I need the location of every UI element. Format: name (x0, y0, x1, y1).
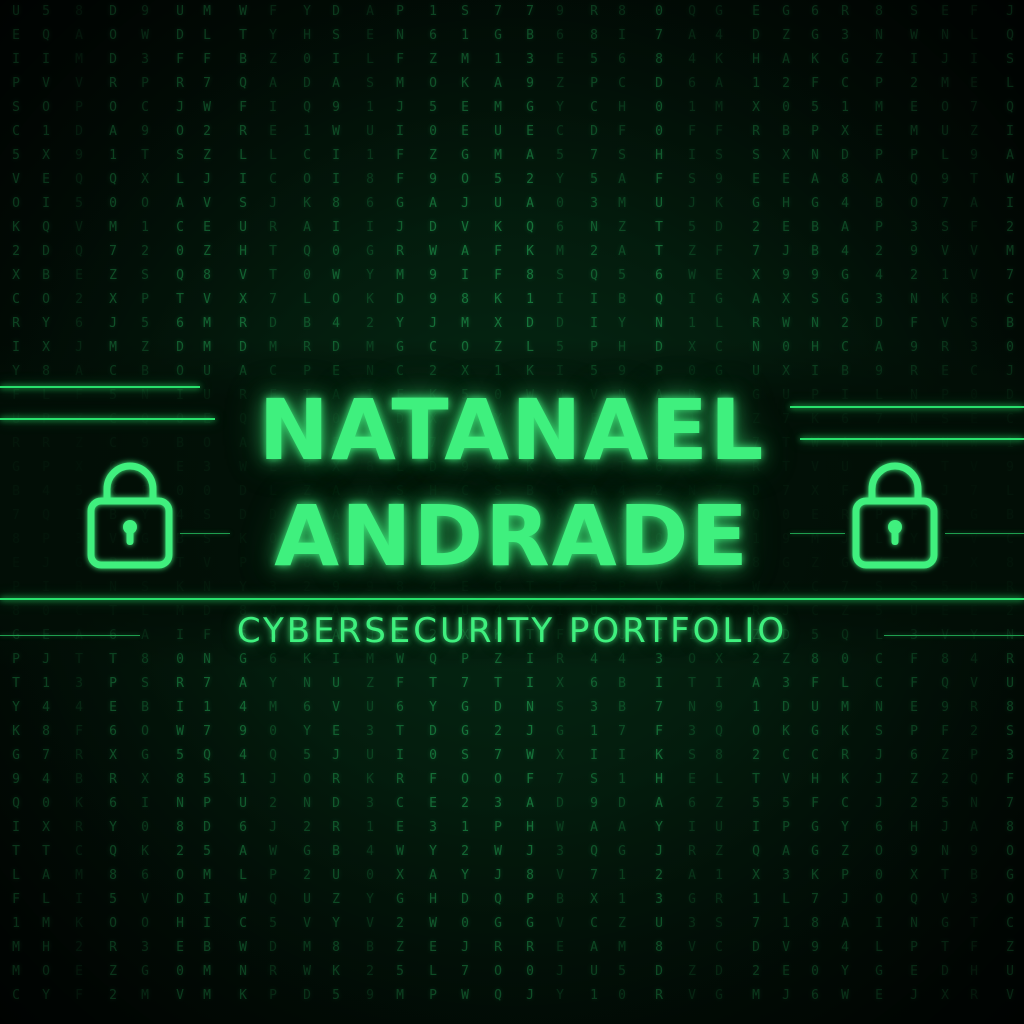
circuit-line (0, 598, 1024, 600)
subtitle: CYBERSECURITY PORTFOLIO (236, 611, 788, 651)
portfolio-banner: U E I P S C 5 V O K 2 X C R I Y F U R G … (0, 0, 1024, 1024)
title-first-name: NATANAEL (258, 381, 766, 479)
title-last-name: ANDRADE (274, 487, 750, 585)
